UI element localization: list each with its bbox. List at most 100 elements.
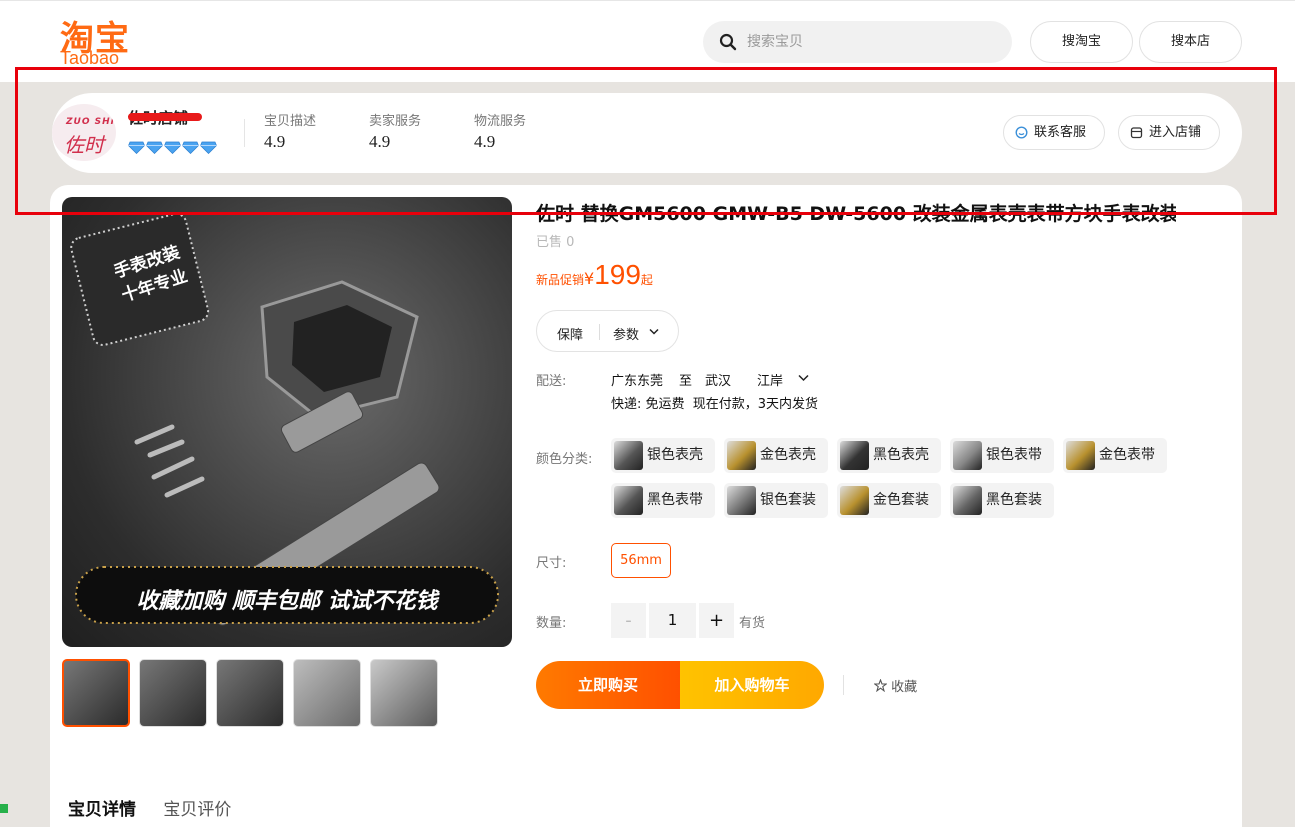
search-taobao-button[interactable]: 搜淘宝 [1030, 21, 1133, 63]
score-label: 卖家服务 [369, 114, 422, 129]
search-input[interactable] [747, 21, 997, 63]
color-option-thumbnail [953, 441, 982, 470]
quantity-label: 数量: [536, 616, 567, 631]
score-service: 卖家服务 4.9 [369, 110, 421, 152]
search-icon [719, 33, 737, 51]
contact-service-button[interactable]: 联系客服 [1003, 115, 1105, 150]
action-divider [843, 675, 844, 695]
tab-details[interactable]: 宝贝详情 [68, 800, 136, 820]
color-option-label: 黑色表壳 [873, 447, 929, 463]
size-option-56mm[interactable]: 56mm [611, 543, 671, 578]
side-marker [0, 804, 8, 813]
chevron-down-icon [649, 328, 659, 335]
tab-guarantee[interactable]: 保障 [557, 324, 583, 343]
shipping-info: 快递: 免运费 现在付款，3天内发货 [611, 397, 819, 412]
shop-avatar[interactable]: ZUO SHI 佐时 [52, 104, 116, 161]
color-option-label: 金色表带 [1099, 447, 1155, 463]
tab-reviews[interactable]: 宝贝评价 [163, 800, 231, 820]
divider [244, 119, 245, 147]
guarantee-params-tabs: 保障 参数 [536, 310, 679, 352]
thumbnail-1[interactable] [62, 659, 130, 727]
diamond-icon [128, 139, 146, 154]
chat-bubble-icon [1015, 126, 1028, 139]
price-suffix: 起 [640, 273, 653, 287]
diamond-icon [200, 139, 218, 154]
avatar-text-en: ZUO SHI [66, 117, 115, 127]
color-option-thumbnail [1066, 441, 1095, 470]
color-option-thumbnail [727, 486, 756, 515]
price-value: 199 [594, 259, 641, 290]
color-option[interactable]: 金色表带 [1063, 438, 1167, 473]
thumbnail-2[interactable] [139, 659, 207, 727]
star-icon [873, 678, 888, 693]
delivery-city[interactable]: 武汉 [705, 370, 731, 389]
color-option[interactable]: 黑色套装 [950, 483, 1054, 518]
enter-shop-button[interactable]: 进入店铺 [1118, 115, 1220, 150]
color-option[interactable]: 银色套装 [724, 483, 828, 518]
diamond-icon [146, 139, 164, 154]
diamond-icon [164, 139, 182, 154]
color-option[interactable]: 黑色表带 [611, 483, 715, 518]
stock-status: 有货 [739, 616, 766, 631]
quantity-input[interactable]: 1 [649, 603, 696, 638]
color-option[interactable]: 金色表壳 [724, 438, 828, 473]
quantity-plus-button[interactable]: + [699, 603, 734, 638]
thumbnail-5[interactable] [370, 659, 438, 727]
score-value: 4.9 [264, 132, 286, 151]
color-option-label: 黑色表带 [647, 492, 703, 508]
contact-service-label: 联系客服 [1034, 125, 1087, 140]
shop-info-bar: ZUO SHI 佐时 佐时店铺 宝贝描述 4.9 卖家服务 4.9 物流服务 4… [52, 93, 1242, 173]
favorite-label: 收藏 [891, 680, 918, 695]
avatar-text-cn: 佐时 [64, 133, 104, 157]
color-option-thumbnail [614, 486, 643, 515]
main-product-image[interactable]: 手表改装 十年专业 收藏加购 顺丰包邮 试试不花钱 [62, 197, 512, 647]
enter-shop-label: 进入店铺 [1149, 125, 1202, 140]
search-shop-button[interactable]: 搜本店 [1139, 21, 1242, 63]
diamond-icon [182, 139, 200, 154]
color-option[interactable]: 金色套装 [837, 483, 941, 518]
color-option[interactable]: 银色表带 [950, 438, 1054, 473]
logo-en: Taobao [60, 48, 120, 67]
product-title: 佐时 替换GM5600 GMW-B5 DW-5600 改装金属表壳表带方块手表改… [536, 203, 1176, 223]
image-banner-text: 收藏加购 顺丰包邮 试试不花钱 [136, 589, 438, 614]
purchase-buttons: 立即购买 加入购物车 [536, 661, 824, 709]
color-option[interactable]: 黑色表壳 [837, 438, 941, 473]
color-option[interactable]: 银色表壳 [611, 438, 715, 473]
currency-symbol: ¥ [584, 269, 595, 288]
add-to-cart-button[interactable]: 加入购物车 [680, 661, 824, 709]
color-option-label: 黑色套装 [986, 492, 1042, 508]
tab-params[interactable]: 参数 [613, 324, 639, 343]
color-option-label: 银色表带 [986, 447, 1042, 463]
product-card: 手表改装 十年专业 收藏加购 顺丰包邮 试试不花钱 佐时 替换GM5600 GM… [50, 185, 1242, 827]
color-option-thumbnail [840, 486, 869, 515]
shop-name[interactable]: 佐时店铺 [128, 107, 202, 125]
score-description: 宝贝描述 4.9 [264, 110, 316, 152]
score-label: 物流服务 [474, 114, 527, 129]
chevron-down-icon[interactable] [798, 374, 809, 382]
color-option-label: 金色表壳 [760, 447, 816, 463]
price-label: 新品促销 [536, 273, 585, 287]
thumbnail-4[interactable] [293, 659, 361, 727]
score-value: 4.9 [474, 132, 496, 151]
taobao-logo[interactable]: 淘宝 Taobao [58, 11, 150, 67]
redaction-mark [128, 113, 202, 121]
color-option-label: 金色套装 [873, 492, 929, 508]
score-value: 4.9 [369, 132, 391, 151]
delivery-label: 配送: [536, 374, 567, 389]
color-option-thumbnail [953, 486, 982, 515]
store-icon [1130, 127, 1143, 139]
color-option-thumbnail [840, 441, 869, 470]
favorite-button[interactable]: 收藏 [873, 676, 918, 695]
score-logistics: 物流服务 4.9 [474, 110, 526, 152]
delivery-district[interactable]: 江岸 [757, 370, 783, 389]
price-row: 新品促销¥199起 [536, 259, 653, 291]
tab-divider [599, 324, 600, 340]
search-box[interactable] [703, 21, 1012, 63]
delivery-from: 广东东莞 [611, 374, 664, 389]
color-option-thumbnail [727, 441, 756, 470]
thumbnail-3[interactable] [216, 659, 284, 727]
quantity-minus-button[interactable]: - [611, 603, 646, 638]
score-label: 宝贝描述 [264, 114, 317, 129]
buy-now-button[interactable]: 立即购买 [536, 661, 680, 709]
delivery-to-word: 至 [679, 374, 693, 389]
